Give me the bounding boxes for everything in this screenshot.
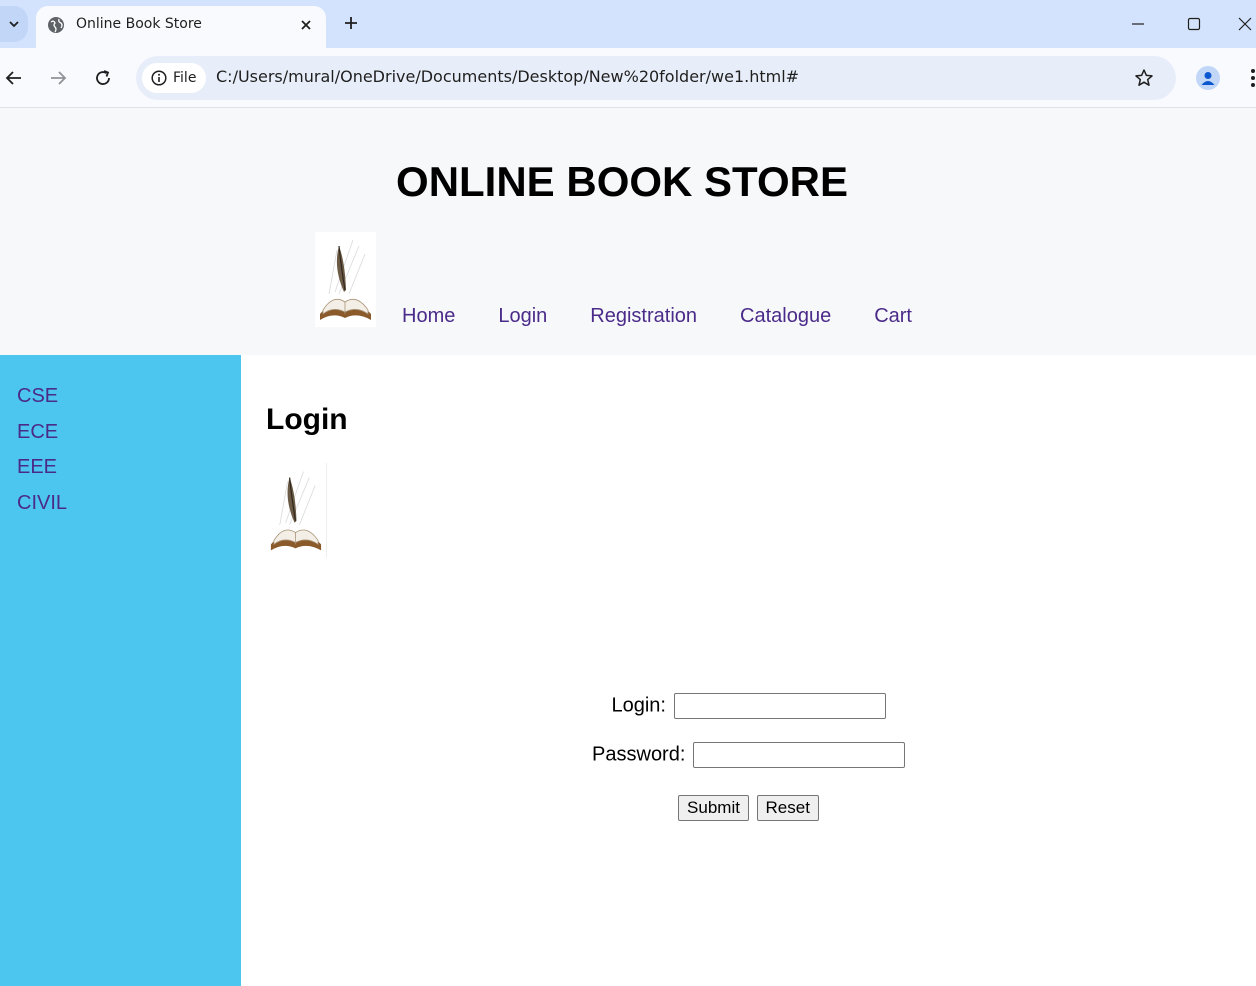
nav-link-catalogue[interactable]: Catalogue — [740, 305, 831, 331]
plus-icon — [345, 17, 357, 29]
browser-menu-button[interactable] — [1244, 66, 1256, 90]
login-input[interactable] — [673, 693, 886, 719]
url-text[interactable]: C:/Users/mural/OneDrive/Documents/Deskto… — [216, 67, 799, 86]
bookmark-button[interactable] — [1132, 66, 1156, 90]
close-icon — [301, 20, 311, 30]
reset-button[interactable]: Reset — [756, 795, 819, 821]
maximize-button[interactable] — [1182, 12, 1206, 36]
arrow-left-icon — [5, 71, 21, 85]
page-heading: Login — [266, 403, 348, 436]
nav-link-home[interactable]: Home — [402, 305, 455, 331]
nav-link-cart[interactable]: Cart — [874, 305, 912, 331]
minimize-icon — [1132, 23, 1144, 25]
browser-tabstrip: Online Book Store — [0, 0, 1256, 48]
site-info-chip[interactable]: File — [142, 63, 206, 93]
password-input[interactable] — [692, 742, 905, 768]
forward-button[interactable] — [46, 66, 70, 90]
password-label: Password: — [592, 743, 686, 766]
nav-link-registration[interactable]: Registration — [590, 305, 697, 331]
sidebar: CSE ECE EEE CIVIL — [0, 355, 241, 986]
web-page: ONLINE BOOK STORE Home Login Registratio… — [0, 108, 1256, 986]
star-icon — [1135, 69, 1153, 86]
window-close-button[interactable] — [1238, 12, 1256, 36]
main-content: Login Login: Password: Submit Reset — [241, 355, 1256, 986]
sidebar-link-civil[interactable]: CIVIL — [17, 492, 67, 514]
sidebar-item-cse: CSE — [17, 385, 67, 421]
back-button[interactable] — [2, 66, 26, 90]
book-quill-icon — [320, 239, 371, 320]
close-icon — [1238, 17, 1252, 31]
browser-tab[interactable]: Online Book Store — [36, 6, 326, 48]
reload-button[interactable] — [91, 66, 115, 90]
site-header: ONLINE BOOK STORE Home Login Registratio… — [0, 108, 1256, 355]
browser-toolbar: File C:/Users/mural/OneDrive/Documents/D… — [0, 48, 1256, 108]
sidebar-link-eee[interactable]: EEE — [17, 456, 57, 478]
minimize-button[interactable] — [1126, 12, 1150, 36]
reload-icon — [96, 70, 110, 85]
login-label: Login: — [611, 694, 666, 717]
sidebar-item-eee: EEE — [17, 456, 67, 492]
arrow-right-icon — [51, 71, 67, 85]
submit-button[interactable]: Submit — [678, 795, 749, 821]
sidebar-link-ece[interactable]: ECE — [17, 421, 58, 443]
site-info-label: File — [173, 70, 197, 86]
form-buttons-row: Submit Reset — [241, 795, 1256, 821]
address-bar[interactable]: File C:/Users/mural/OneDrive/Documents/D… — [136, 56, 1176, 100]
tab-title: Online Book Store — [76, 16, 202, 32]
person-icon — [1201, 72, 1215, 85]
sidebar-item-ece: ECE — [17, 421, 67, 457]
maximize-icon — [1187, 17, 1201, 31]
tab-search-button[interactable] — [0, 6, 28, 42]
profile-button[interactable] — [1196, 66, 1220, 90]
password-row: Password: — [241, 742, 1256, 768]
sidebar-list: CSE ECE EEE CIVIL — [17, 385, 67, 527]
login-row: Login: — [241, 693, 1256, 719]
tab-close-button[interactable] — [296, 15, 316, 35]
book-logo-image — [315, 232, 376, 327]
more-vert-icon — [1251, 69, 1255, 87]
sidebar-item-civil: CIVIL — [17, 492, 67, 528]
chevron-down-icon — [9, 21, 19, 28]
nav-link-login[interactable]: Login — [498, 305, 547, 331]
info-icon — [151, 70, 167, 86]
site-title: ONLINE BOOK STORE — [396, 158, 848, 205]
main-nav: Home Login Registration Catalogue Cart — [402, 305, 912, 331]
book-quill-icon — [270, 471, 322, 551]
globe-icon — [48, 17, 64, 33]
book-image — [266, 463, 327, 558]
sidebar-link-cse[interactable]: CSE — [17, 385, 58, 407]
new-tab-button[interactable] — [340, 12, 362, 34]
